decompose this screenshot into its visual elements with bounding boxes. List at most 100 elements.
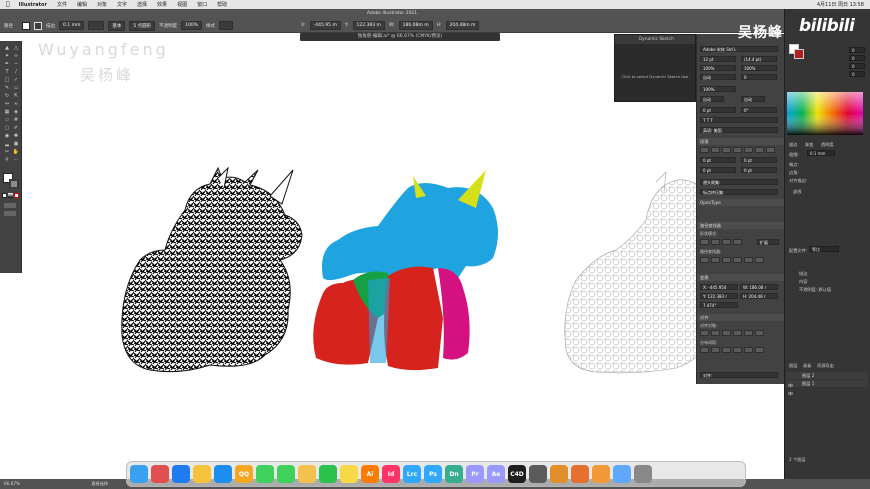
- dashed-line-checkbox[interactable]: 虚线: [793, 189, 801, 195]
- dock-messages-icon[interactable]: [256, 465, 274, 483]
- dock-blender-icon[interactable]: [571, 465, 589, 483]
- color-k-field[interactable]: 0: [849, 71, 865, 77]
- dock-qq-icon[interactable]: QQ: [235, 465, 253, 483]
- draw-modes-icon[interactable]: [4, 203, 16, 208]
- dock-ai-icon[interactable]: Ai: [361, 465, 379, 483]
- column-graph-tool-icon[interactable]: ▂: [3, 141, 11, 148]
- divide-icon[interactable]: [700, 257, 709, 263]
- gradient-mode-icon[interactable]: [8, 193, 13, 198]
- dock-trash-icon[interactable]: [634, 465, 652, 483]
- dock-facetime-icon[interactable]: [277, 465, 295, 483]
- horizontal-scale-field[interactable]: 100%: [741, 65, 777, 71]
- indent-right-field[interactable]: 0 pt: [741, 157, 777, 163]
- color-mode-icon[interactable]: [2, 193, 7, 198]
- align-obj-top-icon[interactable]: [733, 330, 742, 336]
- dock-photos-icon[interactable]: [298, 465, 316, 483]
- align-to-dropdown[interactable]: 对齐:: [700, 372, 778, 378]
- dock-chrome-icon[interactable]: [193, 465, 211, 483]
- align-left-icon[interactable]: [700, 147, 709, 153]
- x-field[interactable]: -445.95 m: [309, 21, 341, 30]
- distribute-vcenter-icon[interactable]: [711, 347, 720, 353]
- stroke-weight-field-panel[interactable]: 0.1 mm: [807, 150, 835, 156]
- dock-safari-icon[interactable]: [214, 465, 232, 483]
- appearance-content[interactable]: 内容: [799, 279, 807, 285]
- language-dropdown[interactable]: 英语: 美国: [700, 127, 778, 133]
- space-after-field[interactable]: 0 pt: [741, 167, 777, 173]
- crop-icon[interactable]: [733, 257, 742, 263]
- dock-ae-icon[interactable]: Ae: [487, 465, 505, 483]
- eyedropper-tool-icon[interactable]: ✐: [12, 125, 20, 132]
- appearance-opacity[interactable]: 不透明度: 默认值: [799, 287, 831, 293]
- menu-type[interactable]: 文字: [112, 1, 132, 8]
- width-tool-icon[interactable]: ↔: [3, 101, 11, 108]
- stroke-color-swatch[interactable]: [9, 179, 19, 189]
- symbol-sprayer-tool-icon[interactable]: ✺: [12, 133, 20, 140]
- brush-dropdown[interactable]: 基本: [108, 20, 126, 31]
- menu-object[interactable]: 对象: [92, 1, 112, 8]
- transform-y-field[interactable]: Y: 122.383 r: [700, 293, 738, 299]
- appearance-stroke[interactable]: 描边: [799, 271, 807, 277]
- trim-icon[interactable]: [711, 257, 720, 263]
- char-rotation-field[interactable]: 0°: [741, 107, 777, 113]
- menubar-clock[interactable]: 4月11日 周日 13:58: [817, 1, 864, 8]
- free-transform-tool-icon[interactable]: ▦: [3, 109, 11, 116]
- artboard-tool-icon[interactable]: ▣: [12, 141, 20, 148]
- hand-tool-icon[interactable]: ✋: [12, 149, 20, 156]
- dock-zbrush-icon[interactable]: [550, 465, 568, 483]
- selection-tool-icon[interactable]: ▲: [3, 45, 11, 52]
- unicorn-outline-gray[interactable]: [556, 170, 706, 380]
- profile-dropdown[interactable]: 等比: [809, 246, 839, 252]
- opacity-field[interactable]: 100%: [181, 21, 203, 30]
- rotate-tool-icon[interactable]: ↻: [3, 93, 11, 100]
- zoom-tool-icon[interactable]: ⚲: [3, 157, 11, 164]
- slice-tool-icon[interactable]: ✂: [3, 149, 11, 156]
- aki-left-field[interactable]: 自动: [700, 96, 724, 102]
- tsume-field[interactable]: 100%: [700, 86, 736, 92]
- exclude-icon[interactable]: [733, 239, 742, 245]
- curvature-tool-icon[interactable]: ∽: [12, 61, 20, 68]
- transform-section[interactable]: 变换: [697, 274, 785, 281]
- menu-file[interactable]: 文件: [52, 1, 72, 8]
- layer-row-1[interactable]: 图层 1: [786, 380, 868, 387]
- transform-angle-field[interactable]: 7.474°: [700, 302, 738, 308]
- stroke-tab[interactable]: 描边: [789, 142, 797, 148]
- space-before-field[interactable]: 0 pt: [700, 167, 736, 173]
- dock-pr-icon[interactable]: Pr: [466, 465, 484, 483]
- blend-tool-icon[interactable]: ◉: [3, 133, 11, 140]
- none-mode-icon[interactable]: [14, 193, 19, 198]
- stroke-weight-field[interactable]: 0.1 mm: [59, 21, 85, 30]
- leading-field[interactable]: (14.4 pt): [741, 56, 777, 62]
- layer-row-2[interactable]: 图层 2: [786, 372, 868, 379]
- justify-center-icon[interactable]: [744, 147, 753, 153]
- type-tool-icon[interactable]: T: [3, 69, 11, 76]
- vertical-scale-field[interactable]: 100%: [700, 65, 736, 71]
- layer-name-1[interactable]: 图层 1: [802, 381, 814, 386]
- transform-h-field[interactable]: H: 204.48 r: [740, 293, 778, 299]
- align-obj-left-icon[interactable]: [700, 330, 709, 336]
- justify-left-icon[interactable]: [733, 147, 742, 153]
- dock-id-icon[interactable]: Id: [382, 465, 400, 483]
- line-tool-icon[interactable]: /: [12, 69, 20, 76]
- menu-app-name[interactable]: Illustrator: [14, 2, 52, 8]
- perspective-grid-tool-icon[interactable]: ▱: [3, 117, 11, 124]
- align-obj-right-icon[interactable]: [722, 330, 731, 336]
- minus-front-icon[interactable]: [711, 239, 720, 245]
- gradient-tab[interactable]: 渐变: [805, 142, 813, 148]
- menu-select[interactable]: 选择: [132, 1, 152, 8]
- unicorn-colored[interactable]: [308, 168, 508, 378]
- dock-wechat-icon[interactable]: [319, 465, 337, 483]
- expand-button[interactable]: 扩展: [757, 239, 779, 245]
- distribute-left-icon[interactable]: [733, 347, 742, 353]
- punctuation-dropdown[interactable]: 标点挤压集:: [700, 189, 778, 195]
- menu-view[interactable]: 视图: [172, 1, 192, 8]
- scale-tool-icon[interactable]: ⇱: [12, 93, 20, 100]
- unite-icon[interactable]: [700, 239, 709, 245]
- apple-icon[interactable]: : [0, 1, 14, 8]
- transform-w-field[interactable]: W: 186.08 r: [740, 284, 778, 290]
- lasso-tool-icon[interactable]: ∞: [12, 53, 20, 60]
- edit-toolbar-icon[interactable]: ⋯: [12, 157, 20, 164]
- brush-style-dropdown[interactable]: 5 点圆形: [129, 20, 156, 31]
- opentype-section[interactable]: OpenType: [697, 199, 785, 206]
- dock-ps-icon[interactable]: Ps: [424, 465, 442, 483]
- intersect-icon[interactable]: [722, 239, 731, 245]
